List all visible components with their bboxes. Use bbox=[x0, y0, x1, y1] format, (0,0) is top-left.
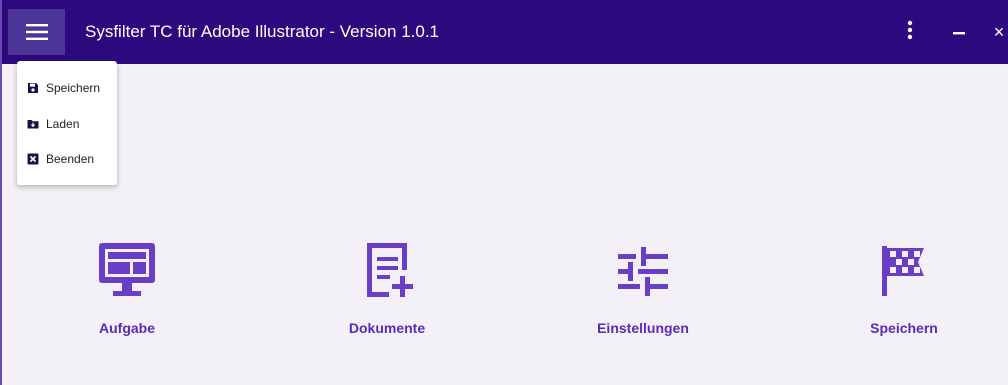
tile-speichern[interactable]: Speichern bbox=[824, 240, 984, 350]
checkered-flag-icon bbox=[874, 240, 934, 300]
tile-dokumente[interactable]: Dokumente bbox=[307, 240, 467, 350]
minimize-icon bbox=[952, 23, 966, 42]
menu-item-laden[interactable]: Laden bbox=[27, 114, 79, 134]
app-window: Sysfilter TC für Adobe Illustrator - Ver… bbox=[0, 0, 1008, 385]
save-icon bbox=[27, 82, 39, 94]
menu-item-beenden[interactable]: Beenden bbox=[27, 149, 94, 169]
tile-label: Dokumente bbox=[348, 320, 426, 336]
more-options-button[interactable] bbox=[900, 18, 920, 46]
main-menu-dropdown: Speichern Laden Beenden bbox=[17, 61, 117, 185]
folder-download-icon bbox=[27, 118, 39, 130]
tile-einstellungen[interactable]: Einstellungen bbox=[563, 240, 723, 350]
menu-item-label: Speichern bbox=[46, 81, 101, 95]
menu-item-speichern[interactable]: Speichern bbox=[27, 78, 100, 98]
exit-box-icon bbox=[27, 153, 39, 165]
title-bar: Sysfilter TC für Adobe Illustrator - Ver… bbox=[2, 0, 1008, 64]
menu-item-label: Beenden bbox=[46, 152, 95, 166]
tile-label: Speichern bbox=[870, 320, 938, 336]
menu-item-label: Laden bbox=[46, 117, 80, 131]
window-title: Sysfilter TC für Adobe Illustrator - Ver… bbox=[85, 22, 440, 41]
monitor-dashboard-icon bbox=[97, 240, 157, 300]
minimize-button[interactable] bbox=[948, 18, 970, 46]
sliders-icon bbox=[613, 240, 673, 300]
hamburger-menu-button[interactable] bbox=[8, 9, 65, 55]
tile-aufgabe[interactable]: Aufgabe bbox=[47, 240, 207, 350]
more-vertical-icon bbox=[907, 20, 913, 45]
tile-label: Einstellungen bbox=[597, 320, 689, 336]
close-button[interactable]: × bbox=[988, 18, 1008, 46]
document-plus-icon bbox=[357, 240, 417, 300]
hamburger-menu-icon bbox=[25, 24, 48, 40]
close-icon: × bbox=[993, 21, 1005, 42]
tile-label: Aufgabe bbox=[99, 320, 155, 336]
